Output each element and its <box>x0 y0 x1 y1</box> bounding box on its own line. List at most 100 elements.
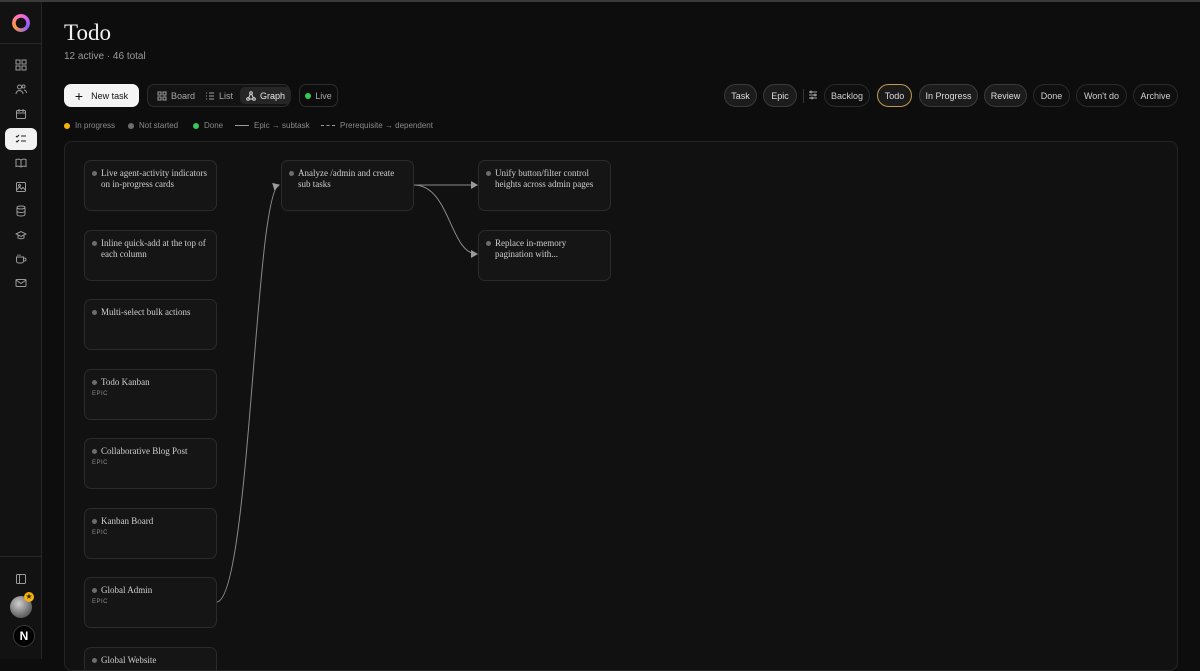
tab-list[interactable]: List <box>199 87 239 104</box>
legend-in-progress-label: In progress <box>75 121 116 130</box>
filter-sliders-icon[interactable] <box>808 90 818 100</box>
graph-node-task[interactable]: Global Website <box>84 647 217 670</box>
book-icon <box>15 158 27 168</box>
graph-node-task[interactable]: Live agent-activity indicators on in-pro… <box>84 160 217 211</box>
in-progress-dot <box>64 122 70 129</box>
tab-board-label: Board <box>171 90 196 101</box>
graph-edges <box>216 181 478 603</box>
graph-icon <box>246 90 256 101</box>
live-toggle[interactable]: Live <box>299 84 338 107</box>
sidebar-item-break[interactable] <box>5 248 37 270</box>
graduation-cap-icon <box>15 230 27 240</box>
live-label: Live <box>315 90 332 101</box>
filter-backlog[interactable]: Backlog <box>824 84 870 107</box>
not-started-status-dot <box>92 519 97 524</box>
not-started-status-dot <box>92 241 97 246</box>
graph-node-task[interactable]: Inline quick-add at the top of each colu… <box>84 230 217 281</box>
not-started-status-dot <box>486 241 491 246</box>
filter-task[interactable]: Task <box>724 84 757 107</box>
sidebar-divider <box>0 43 42 44</box>
legend-in-progress: In progress <box>64 121 115 130</box>
plus-icon: + <box>74 87 84 104</box>
window-top-border <box>0 0 1200 2</box>
legend-not-started: Not started <box>128 121 178 130</box>
tab-board[interactable]: Board <box>151 87 201 104</box>
graph-node-epic[interactable]: Kanban Board EPIC <box>84 508 217 559</box>
sidebar-item-tasks[interactable] <box>5 128 37 150</box>
tab-list-label: List <box>219 90 234 101</box>
dashed-line-icon <box>321 125 335 126</box>
legend-epic-subtask: Epic → subtask <box>235 121 310 130</box>
not-started-status-dot <box>92 310 97 315</box>
node-title: Multi-select bulk actions <box>101 307 191 317</box>
edge-analyze-to-replace <box>413 184 478 258</box>
sidebar-item-mail[interactable] <box>5 272 37 294</box>
app-logo[interactable] <box>12 14 30 32</box>
epic-badge: EPIC <box>92 391 109 397</box>
node-title: Inline quick-add at the top of each colu… <box>101 238 206 259</box>
filter-in-progress[interactable]: In Progress <box>919 84 978 107</box>
sidebar-toggle-button[interactable] <box>5 568 37 590</box>
graph-node-epic[interactable]: Todo Kanban EPIC <box>84 369 217 420</box>
solid-line-icon <box>235 125 249 126</box>
filter-wont-do[interactable]: Won't do <box>1076 84 1127 107</box>
tab-graph-label: Graph <box>260 90 286 101</box>
sidebar: ★ N <box>0 2 42 659</box>
epic-badge: EPIC <box>92 530 109 536</box>
node-title: Collaborative Blog Post <box>101 446 188 456</box>
tab-graph[interactable]: Graph <box>240 87 292 104</box>
graph-node-task[interactable]: Multi-select bulk actions <box>84 299 217 350</box>
node-title: Global Admin <box>101 585 153 595</box>
page-title: Todo <box>64 20 111 45</box>
live-status-dot <box>305 92 312 99</box>
filter-archive[interactable]: Archive <box>1133 84 1178 107</box>
node-title: Global Website <box>101 655 157 665</box>
filter-epic[interactable]: Epic <box>763 84 797 107</box>
not-started-status-dot <box>92 449 97 454</box>
new-task-button[interactable]: + New task <box>64 84 139 107</box>
graph-node-task[interactable]: Analyze /admin and create sub tasks <box>281 160 414 211</box>
coffee-cup-icon <box>16 254 27 264</box>
graph-node-epic[interactable]: Collaborative Blog Post EPIC <box>84 438 217 489</box>
filter-todo[interactable]: Todo <box>877 84 912 107</box>
grid-icon <box>157 91 167 100</box>
view-switcher: Board List Graph <box>147 84 292 107</box>
filter-done[interactable]: Done <box>1033 84 1070 107</box>
node-title: Kanban Board <box>101 516 154 526</box>
filter-review[interactable]: Review <box>984 84 1027 107</box>
list-icon <box>206 92 214 99</box>
users-icon <box>15 84 27 95</box>
mail-icon <box>15 279 27 287</box>
not-started-status-dot <box>92 171 97 176</box>
dashboard-icon <box>15 59 27 71</box>
graph-canvas[interactable]: Live agent-activity indicators on in-pro… <box>64 141 1178 671</box>
node-title: Analyze /admin and create sub tasks <box>298 168 395 189</box>
sidebar-item-calendar[interactable] <box>5 103 37 125</box>
node-title: Live agent-activity indicators on in-pro… <box>101 168 207 189</box>
graph-node-epic[interactable]: Global Admin EPIC <box>84 577 217 628</box>
not-started-status-dot <box>289 171 294 176</box>
not-started-status-dot <box>92 588 97 593</box>
legend-prerequisite-label: Prerequisite → dependent <box>340 121 433 130</box>
node-title: Todo Kanban <box>101 377 150 387</box>
graph-node-task[interactable]: Unify button/filter control heights acro… <box>478 160 611 211</box>
epic-badge: EPIC <box>92 460 109 466</box>
not-started-status-dot <box>92 380 97 385</box>
calendar-icon <box>16 109 26 119</box>
sidebar-toggle-icon <box>16 574 26 584</box>
not-started-status-dot <box>486 171 491 176</box>
sidebar-item-media[interactable] <box>5 176 37 198</box>
brand-logo[interactable]: N <box>13 625 35 647</box>
sidebar-item-users[interactable] <box>5 78 37 100</box>
sidebar-item-learning[interactable] <box>5 224 37 246</box>
legend-not-started-label: Not started <box>139 121 179 130</box>
done-dot <box>193 122 199 129</box>
graph-node-task[interactable]: Replace in-memory pagination with... <box>478 230 611 281</box>
sidebar-item-database[interactable] <box>5 200 37 222</box>
sidebar-divider <box>0 556 42 557</box>
sidebar-item-docs[interactable] <box>5 152 37 174</box>
image-icon <box>16 182 26 192</box>
toolbar-divider <box>803 89 804 103</box>
database-icon <box>16 205 26 217</box>
sidebar-item-dashboard[interactable] <box>5 54 37 76</box>
